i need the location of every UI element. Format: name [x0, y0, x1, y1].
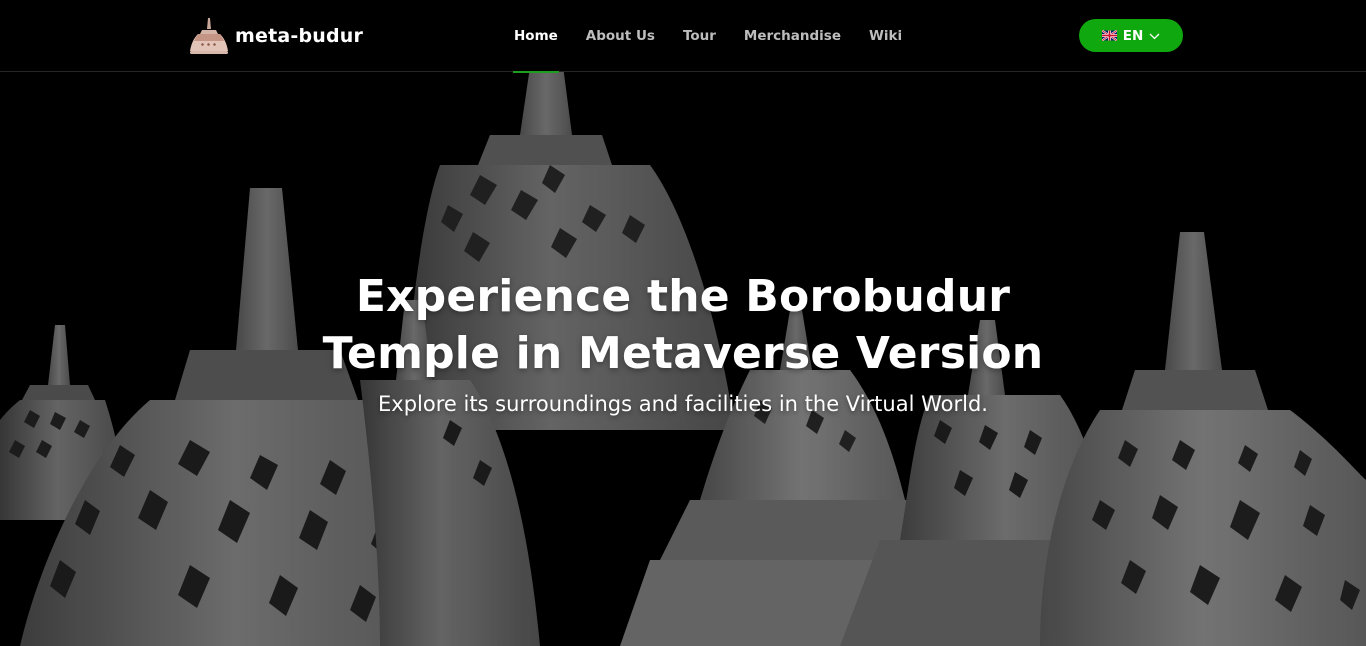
- nav-item-about-us[interactable]: About Us: [572, 0, 669, 72]
- hero-subtitle: Explore its surroundings and facilities …: [378, 392, 988, 416]
- hero-section: Experience the Borobudur Temple in Metav…: [0, 0, 1366, 646]
- nav-item-merchandise[interactable]: Merchandise: [730, 0, 855, 72]
- hero-title: Experience the Borobudur Temple in Metav…: [183, 268, 1183, 382]
- chevron-down-icon: [1149, 33, 1160, 39]
- main-nav: Home About Us Tour Merchandise Wiki: [500, 0, 916, 73]
- stupa-logo-icon: [190, 18, 228, 54]
- nav-item-home[interactable]: Home: [500, 0, 572, 73]
- nav-item-wiki[interactable]: Wiki: [855, 0, 916, 72]
- hero-title-line2: Temple in Metaverse Version: [322, 328, 1044, 379]
- hero-title-line1: Experience the Borobudur: [355, 271, 1011, 322]
- uk-flag-icon: [1101, 30, 1117, 41]
- brand-name: meta-budur: [235, 25, 364, 47]
- site-header: meta-budur Home About Us Tour Merchandis…: [0, 0, 1366, 73]
- nav-item-tour[interactable]: Tour: [669, 0, 730, 72]
- language-selector-button[interactable]: EN: [1079, 19, 1183, 52]
- page: Experience the Borobudur Temple in Metav…: [0, 0, 1366, 646]
- brand-link[interactable]: meta-budur: [188, 15, 363, 57]
- language-label: EN: [1122, 27, 1144, 44]
